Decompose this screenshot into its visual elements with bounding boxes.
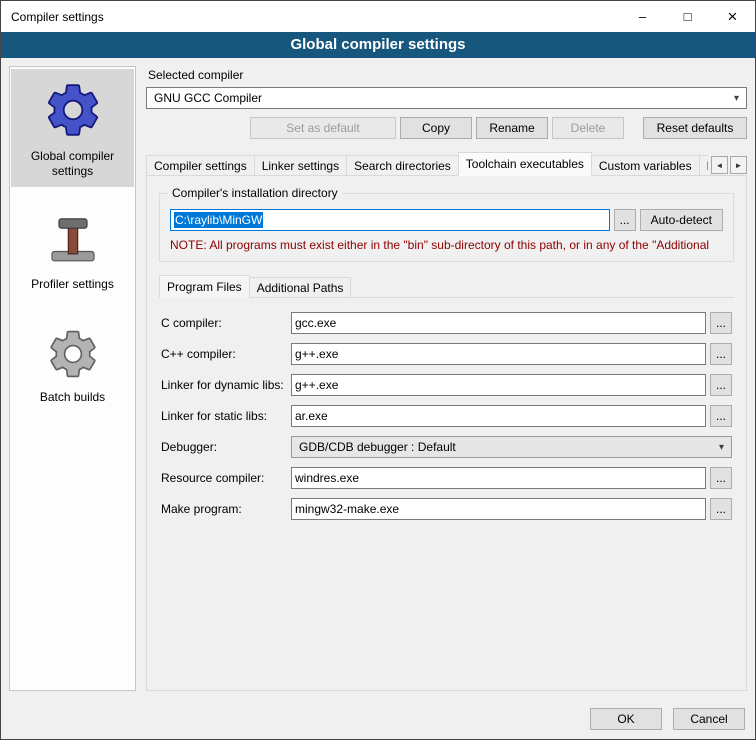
tab-linker-settings[interactable]: Linker settings [254, 155, 347, 176]
debugger-row: Debugger: GDB/CDB debugger : Default ▾ [161, 436, 732, 458]
make-program-label: Make program: [161, 502, 291, 516]
window-controls: – □ × [620, 1, 755, 32]
dynamic-linker-input[interactable]: g++.exe [291, 374, 706, 396]
tabs-scroll-area: Compiler settings Linker settings Search… [146, 152, 708, 176]
copy-button[interactable]: Copy [400, 117, 472, 139]
toolchain-executables-panel: Compiler's installation directory C:\ray… [146, 175, 747, 691]
resource-compiler-label: Resource compiler: [161, 471, 291, 485]
sidebar-item-global-compiler-settings[interactable]: Global compiler settings [11, 69, 134, 187]
set-as-default-button: Set as default [250, 117, 396, 139]
category-sidebar: Global compiler settings Profiler settin… [9, 66, 136, 691]
blue-gear-icon [42, 79, 104, 141]
c-compiler-browse-button[interactable]: ... [710, 312, 732, 334]
installation-directory-input[interactable]: C:\raylib\MinGW [170, 209, 610, 231]
tab-custom-variables[interactable]: Custom variables [591, 155, 700, 176]
titlebar[interactable]: Compiler settings – □ × [1, 1, 755, 32]
cpp-compiler-browse-button[interactable]: ... [710, 343, 732, 365]
tab-scroll-right-button[interactable]: ► [730, 156, 747, 174]
cancel-button[interactable]: Cancel [673, 708, 745, 730]
tab-program-files[interactable]: Program Files [159, 275, 250, 298]
compiler-select-value: GNU GCC Compiler [154, 91, 262, 105]
make-program-browse-button[interactable]: ... [710, 498, 732, 520]
make-program-row: Make program: mingw32-make.exe ... [161, 498, 732, 520]
close-button[interactable]: × [710, 1, 755, 32]
compiler-actions: Set as default Copy Rename Delete Reset … [146, 117, 747, 139]
dynamic-linker-browse-button[interactable]: ... [710, 374, 732, 396]
program-files-tabstrip: Program Files Additional Paths [159, 275, 734, 298]
arrow-right-icon: ► [735, 161, 743, 170]
window-title: Compiler settings [1, 1, 620, 32]
sidebar-item-label: Profiler settings [31, 277, 114, 292]
tab-additional-paths[interactable]: Additional Paths [249, 277, 352, 298]
tab-search-directories[interactable]: Search directories [346, 155, 459, 176]
make-program-input[interactable]: mingw32-make.exe [291, 498, 706, 520]
auto-detect-button[interactable]: Auto-detect [640, 209, 723, 231]
tab-scroll-left-button[interactable]: ◄ [711, 156, 728, 174]
resource-compiler-row: Resource compiler: windres.exe ... [161, 467, 732, 489]
debugger-label: Debugger: [161, 440, 291, 454]
close-icon: × [728, 7, 738, 27]
static-linker-browse-button[interactable]: ... [710, 405, 732, 427]
selected-compiler-label: Selected compiler [148, 68, 747, 82]
c-compiler-label: C compiler: [161, 316, 291, 330]
resource-compiler-browse-button[interactable]: ... [710, 467, 732, 489]
cpp-compiler-input[interactable]: g++.exe [291, 343, 706, 365]
tab-scroll-buttons: ◄ ► [708, 156, 747, 176]
settings-tabstrip: Compiler settings Linker settings Search… [146, 152, 747, 176]
cpp-compiler-value: g++.exe [295, 347, 338, 361]
program-files-form: C compiler: gcc.exe ... C++ compiler: g+… [159, 298, 734, 529]
installation-directory-row: C:\raylib\MinGW ... Auto-detect [170, 209, 723, 231]
maximize-icon: □ [684, 9, 692, 24]
delete-button: Delete [552, 117, 624, 139]
minimize-icon: – [639, 9, 646, 24]
static-linker-input[interactable]: ar.exe [291, 405, 706, 427]
compiler-select[interactable]: GNU GCC Compiler ▾ [146, 87, 747, 109]
tab-toolchain-executables[interactable]: Toolchain executables [458, 152, 592, 176]
bin-directory-note: NOTE: All programs must exist either in … [170, 238, 723, 252]
main-settings-area: Selected compiler GNU GCC Compiler ▾ Set… [146, 66, 747, 691]
make-program-value: mingw32-make.exe [295, 502, 399, 516]
gray-gear-icon [45, 326, 101, 382]
ok-button[interactable]: OK [590, 708, 662, 730]
resource-compiler-value: windres.exe [295, 471, 359, 485]
c-compiler-input[interactable]: gcc.exe [291, 312, 706, 334]
sidebar-item-label: Batch builds [40, 390, 105, 405]
profiler-tool-icon [45, 213, 101, 269]
sidebar-item-label: Global compiler settings [15, 149, 130, 179]
static-linker-label: Linker for static libs: [161, 409, 291, 423]
arrow-left-icon: ◄ [716, 161, 724, 170]
minimize-button[interactable]: – [620, 1, 665, 32]
dialog-header: Global compiler settings [1, 32, 755, 58]
dynamic-linker-row: Linker for dynamic libs: g++.exe ... [161, 374, 732, 396]
installation-directory-value: C:\raylib\MinGW [174, 212, 263, 228]
browse-directory-button[interactable]: ... [614, 209, 636, 231]
dialog-body: Global compiler settings Profiler settin… [1, 58, 755, 699]
resource-compiler-input[interactable]: windres.exe [291, 467, 706, 489]
compiler-settings-window: Compiler settings – □ × Global compiler … [0, 0, 756, 740]
cpp-compiler-label: C++ compiler: [161, 347, 291, 361]
dynamic-linker-value: g++.exe [295, 378, 338, 392]
maximize-button[interactable]: □ [665, 1, 710, 32]
debugger-select-value: GDB/CDB debugger : Default [299, 440, 456, 454]
dynamic-linker-label: Linker for dynamic libs: [161, 378, 291, 392]
sidebar-item-batch-builds[interactable]: Batch builds [11, 316, 134, 413]
rename-button[interactable]: Rename [476, 117, 548, 139]
reset-defaults-button[interactable]: Reset defaults [643, 117, 747, 139]
c-compiler-value: gcc.exe [295, 316, 336, 330]
tab-build-options[interactable]: Buil [699, 155, 708, 176]
c-compiler-row: C compiler: gcc.exe ... [161, 312, 732, 334]
static-linker-value: ar.exe [295, 409, 328, 423]
chevron-down-icon: ▾ [734, 93, 739, 104]
static-linker-row: Linker for static libs: ar.exe ... [161, 405, 732, 427]
installation-directory-group: Compiler's installation directory C:\ray… [159, 193, 734, 262]
tab-compiler-settings[interactable]: Compiler settings [146, 155, 255, 176]
chevron-down-icon: ▾ [719, 442, 724, 453]
cpp-compiler-row: C++ compiler: g++.exe ... [161, 343, 732, 365]
installation-directory-label: Compiler's installation directory [168, 186, 342, 200]
debugger-select[interactable]: GDB/CDB debugger : Default ▾ [291, 436, 732, 458]
dialog-footer: OK Cancel [1, 699, 755, 739]
sidebar-item-profiler-settings[interactable]: Profiler settings [11, 203, 134, 300]
